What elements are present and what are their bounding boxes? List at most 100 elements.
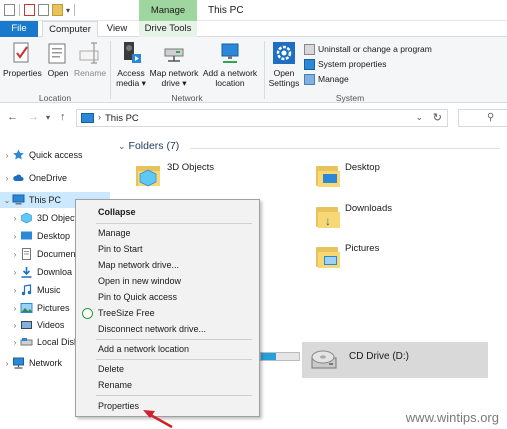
expand-icon[interactable]: › xyxy=(10,304,20,313)
expand-icon[interactable]: › xyxy=(10,321,20,330)
manage-ribbon-label: Manage xyxy=(318,74,349,84)
menu-item-manage[interactable]: Manage xyxy=(98,226,131,240)
downloads-folder-icon: ↓ xyxy=(316,203,340,229)
address-path[interactable]: This PC xyxy=(105,113,139,124)
system-properties-icon xyxy=(304,58,315,70)
tab-drive-tools[interactable]: Drive Tools xyxy=(139,21,197,37)
network-icon xyxy=(13,357,24,369)
chevron-down-icon[interactable]: ⌄ xyxy=(118,141,126,151)
media-icon xyxy=(124,42,141,63)
folder-label: Downloads xyxy=(345,203,392,214)
menu-item-treesize-free[interactable]: TreeSize Free xyxy=(98,306,155,320)
expand-icon[interactable]: › xyxy=(2,174,12,183)
cd-drive-tile[interactable]: CD Drive (D:) xyxy=(302,342,488,378)
properties-label: Properties xyxy=(3,68,42,78)
nav-item-label: Quick access xyxy=(29,150,83,160)
expand-icon[interactable]: › xyxy=(10,268,20,277)
nav-item-label: Desktop xyxy=(37,231,71,241)
nav-item-desktop[interactable]: › Desktop xyxy=(10,228,70,244)
properties-ribbon-button[interactable]: Properties xyxy=(3,40,42,78)
qat-separator-2 xyxy=(74,4,76,16)
up-arrow-icon[interactable]: ↑ xyxy=(60,111,66,123)
search-icon: ⚲ xyxy=(487,112,495,123)
nav-item-network[interactable]: › Network xyxy=(2,355,62,371)
nav-item-pictures[interactable]: › Pictures xyxy=(10,300,70,316)
menu-item-open-new-window[interactable]: Open in new window xyxy=(98,274,181,288)
folders-section-header[interactable]: ⌄ Folders (7) xyxy=(118,140,179,152)
nav-item-documents[interactable]: › Documen xyxy=(10,246,76,262)
expand-icon[interactable]: › xyxy=(2,359,12,368)
menu-item-properties[interactable]: Properties xyxy=(98,399,139,413)
nav-item-local-disk[interactable]: › Local Disk xyxy=(10,334,79,350)
expand-icon[interactable]: › xyxy=(10,286,20,295)
menu-item-pin-quick-access[interactable]: Pin to Quick access xyxy=(98,290,177,304)
tab-computer[interactable]: Computer xyxy=(42,21,98,38)
cd-drive-label: CD Drive (D:) xyxy=(349,351,409,362)
nav-item-onedrive[interactable]: › OneDrive xyxy=(2,170,67,186)
menu-item-pin-to-start[interactable]: Pin to Start xyxy=(98,242,143,256)
manage-context-tab-group: Manage xyxy=(139,0,197,21)
expand-icon[interactable]: › xyxy=(10,214,20,223)
folder-downloads[interactable]: ↓ Downloads xyxy=(316,203,392,229)
tab-view[interactable]: View xyxy=(100,21,134,37)
system-properties-label: System properties xyxy=(318,59,387,69)
access-media-button[interactable]: Access media ▾ xyxy=(113,40,149,88)
new-folder-qat-icon[interactable] xyxy=(52,4,63,16)
recent-locations-icon[interactable]: ▾ xyxy=(46,113,50,122)
nav-item-quick-access[interactable]: › Quick access xyxy=(2,147,83,163)
expand-icon[interactable]: › xyxy=(10,232,20,241)
nav-item-label: Pictures xyxy=(37,303,70,313)
music-icon xyxy=(21,284,32,296)
menu-item-disconnect-network-drive[interactable]: Disconnect network drive... xyxy=(98,322,206,336)
folders-header-label: Folders (7) xyxy=(128,140,180,152)
menu-item-rename[interactable]: Rename xyxy=(98,378,132,392)
nav-item-label: 3D Object xyxy=(37,213,78,223)
nav-item-music[interactable]: › Music xyxy=(10,282,61,298)
properties-qat-icon[interactable] xyxy=(24,4,35,16)
disk-usage-fill xyxy=(261,353,277,360)
chevron-right-icon[interactable]: › xyxy=(98,112,101,122)
address-dropdown-icon[interactable]: ⌄ xyxy=(415,112,423,123)
folder-label: Pictures xyxy=(345,243,380,254)
open-settings-label-1: Open xyxy=(273,68,295,78)
nav-item-videos[interactable]: › Videos xyxy=(10,317,65,333)
new-file-qat-icon[interactable] xyxy=(38,4,49,16)
open-ribbon-button[interactable]: Open xyxy=(44,40,72,78)
address-box[interactable]: › This PC ⌄ ↻ xyxy=(76,109,448,127)
cloud-icon xyxy=(13,174,24,181)
uninstall-label: Uninstall or change a program xyxy=(318,44,432,54)
menu-separator xyxy=(96,339,252,340)
back-arrow-icon[interactable]: ← xyxy=(7,111,18,123)
folder-3d-objects[interactable]: 3D Objects xyxy=(136,162,214,188)
forward-arrow-icon[interactable]: → xyxy=(28,111,39,123)
tab-file[interactable]: File xyxy=(0,21,38,37)
open-settings-button[interactable]: Open Settings xyxy=(267,40,301,88)
expand-icon[interactable]: › xyxy=(2,151,12,160)
menu-item-add-network-location[interactable]: Add a network location xyxy=(98,342,189,356)
title-bar: ▾ Manage This PC xyxy=(0,0,507,21)
menu-item-collapse[interactable]: Collapse xyxy=(98,205,136,219)
system-menu-icon[interactable] xyxy=(4,4,15,16)
search-input[interactable]: ⚲ xyxy=(458,109,507,127)
expand-icon[interactable]: › xyxy=(10,250,20,259)
map-network-drive-button[interactable]: Map network drive ▾ xyxy=(147,40,201,88)
collapse-icon[interactable]: ⌄ xyxy=(2,196,12,205)
customize-qat-icon[interactable]: ▾ xyxy=(66,6,70,15)
system-properties-button[interactable]: System properties xyxy=(304,58,387,70)
folder-desktop[interactable]: Desktop xyxy=(316,162,380,188)
video-icon xyxy=(21,321,32,329)
menu-item-map-network-drive[interactable]: Map network drive... xyxy=(98,258,179,272)
uninstall-program-button[interactable]: Uninstall or change a program xyxy=(304,43,432,55)
refresh-icon[interactable]: ↻ xyxy=(433,111,442,124)
access-media-label-1: Access xyxy=(117,68,145,78)
nav-item-3d-objects[interactable]: › 3D Object xyxy=(10,210,77,226)
menu-separator xyxy=(96,359,252,360)
expand-icon[interactable]: › xyxy=(10,338,20,347)
treesize-icon xyxy=(82,308,93,319)
manage-ribbon-button[interactable]: Manage xyxy=(304,73,349,85)
rename-ribbon-button[interactable]: Rename xyxy=(74,40,106,78)
menu-item-delete[interactable]: Delete xyxy=(98,362,124,376)
add-network-location-button[interactable]: Add a network location xyxy=(200,40,260,88)
nav-item-downloads[interactable]: › Downloa xyxy=(10,264,72,280)
folder-pictures[interactable]: Pictures xyxy=(316,243,379,269)
